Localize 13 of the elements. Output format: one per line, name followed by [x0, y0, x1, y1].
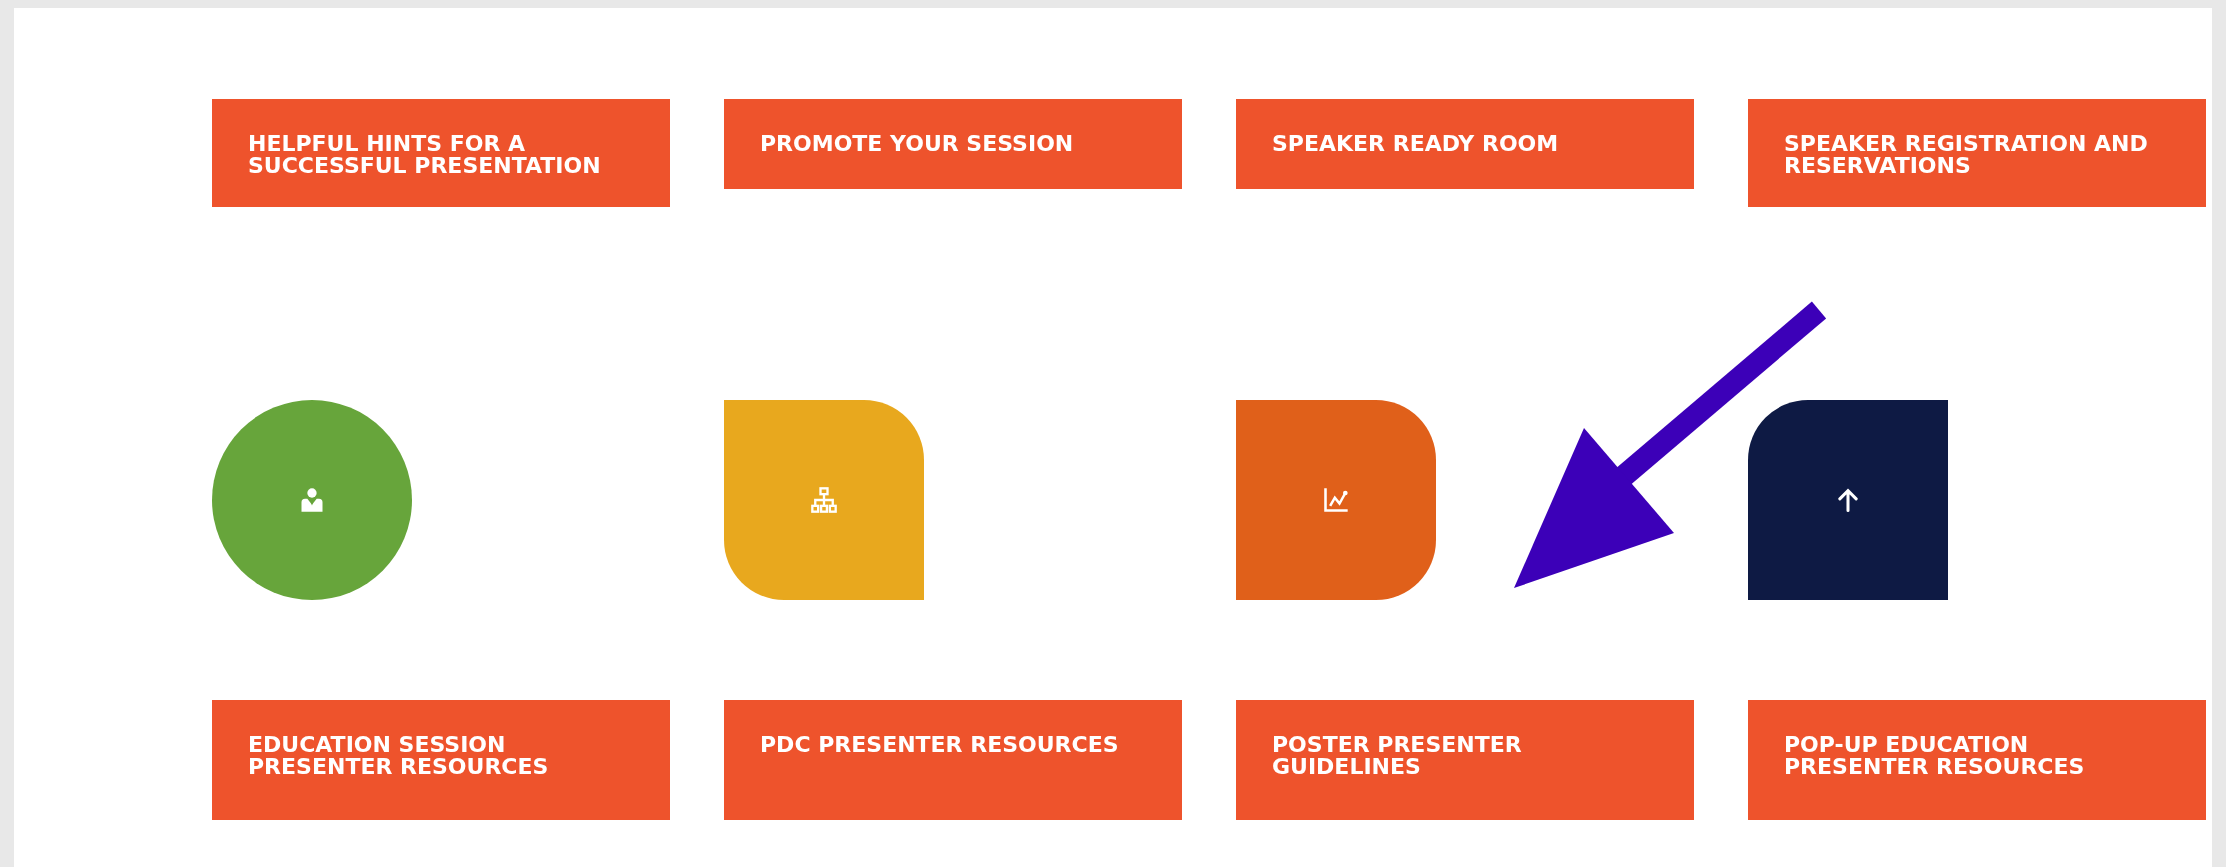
link-button[interactable]: PROMOTE YOUR SESSION	[724, 99, 1182, 189]
org-chart-icon	[810, 486, 838, 514]
icon-tile[interactable]	[724, 400, 924, 600]
link-button[interactable]: SPEAKER REGISTRATION AND RESERVATIONS	[1748, 99, 2206, 207]
link-button[interactable]: PDC PRESENTER RESOURCES	[724, 700, 1182, 820]
link-button[interactable]: EDUCATION SESSION PRESENTER RESOURCES	[212, 700, 670, 820]
link-button[interactable]: HELPFUL HINTS FOR A SUCCESSFUL PRESENTATION	[212, 99, 670, 207]
icon-tile[interactable]	[1236, 400, 1436, 600]
link-button[interactable]: POSTER PRESENTER GUIDELINES	[1236, 700, 1694, 820]
line-chart-icon	[1322, 486, 1350, 514]
icon-tile[interactable]	[1748, 400, 1948, 600]
link-button[interactable]: SPEAKER READY ROOM	[1236, 99, 1694, 189]
link-button[interactable]: POP-UP EDUCATION PRESENTER RESOURCES	[1748, 700, 2206, 820]
